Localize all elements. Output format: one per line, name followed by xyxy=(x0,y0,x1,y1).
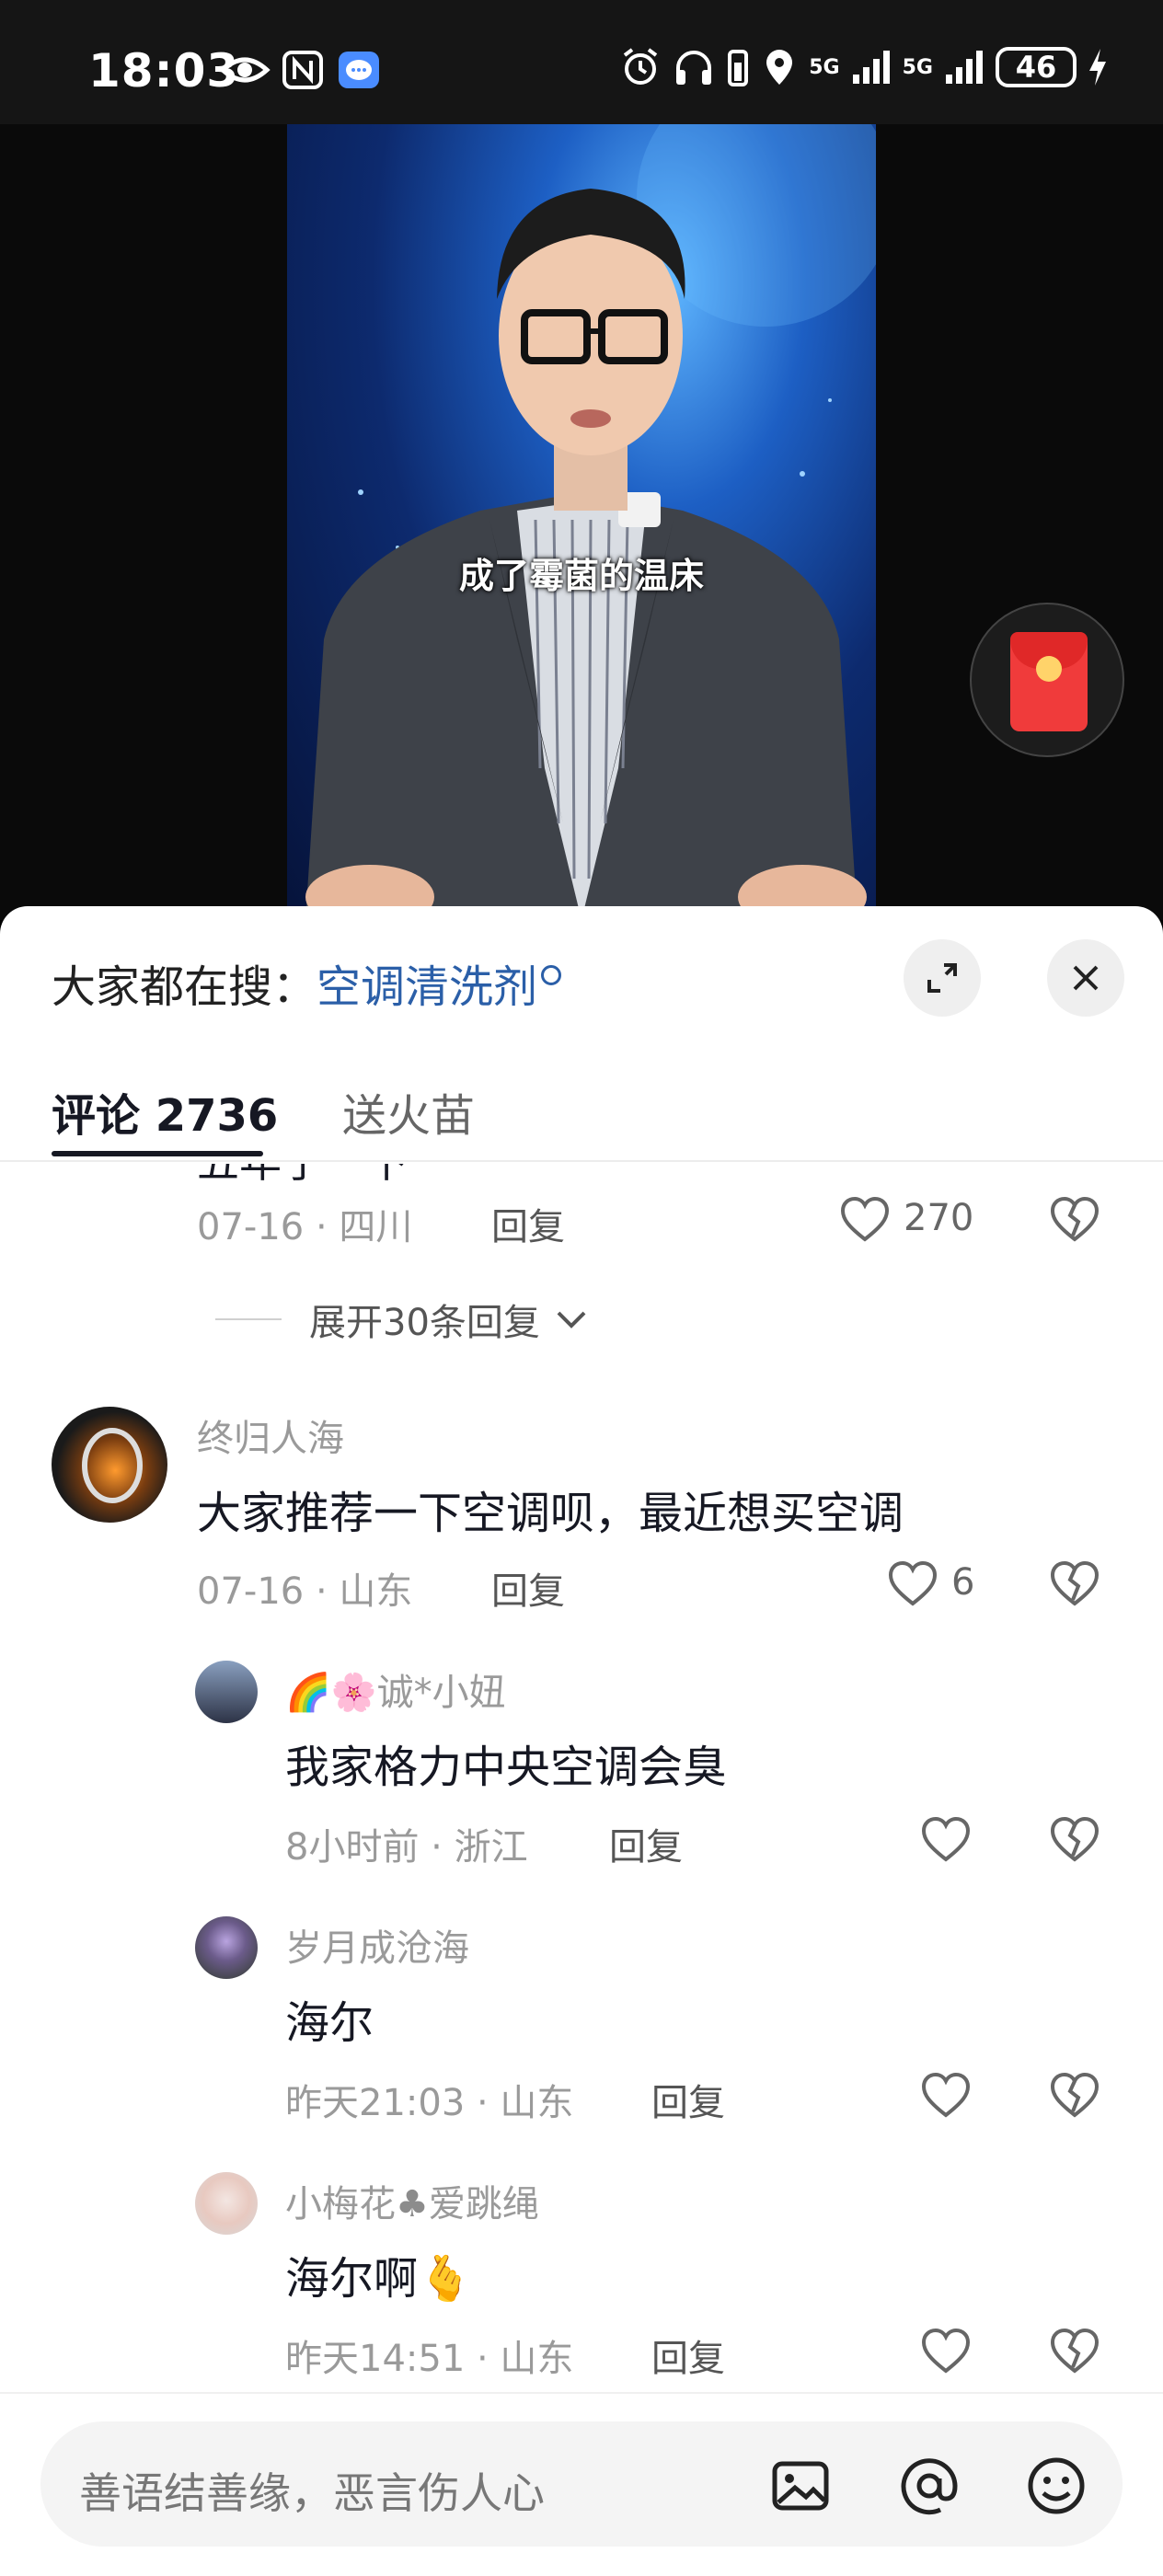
expand-replies-button[interactable]: 展开30条回复 xyxy=(215,1293,590,1346)
status-right-icons: 5G 5G 46 xyxy=(619,46,1108,88)
hot-search-bar[interactable]: 大家都在搜：空调清洗剂 xyxy=(52,950,562,1015)
mention-icon[interactable] xyxy=(896,2453,962,2519)
video-frame[interactable]: 成了霉菌的温床 xyxy=(287,124,876,920)
reply-text: 海尔 xyxy=(285,1997,374,2049)
reply-meta: 昨天14:51 · 山东 xyxy=(285,2338,574,2378)
alarm-icon xyxy=(624,48,658,85)
reply-username-text: 诚*小妞 xyxy=(376,1672,506,1714)
location-icon xyxy=(766,50,793,85)
headphones-icon xyxy=(676,51,712,85)
battery-indicator: 46 xyxy=(996,47,1077,87)
avatar[interactable] xyxy=(195,1916,258,1979)
reply-text: 海尔啊🫰 xyxy=(285,2242,473,2306)
expand-button[interactable] xyxy=(904,939,981,1017)
comment-meta: 07-16 · 山东 xyxy=(197,1570,413,1613)
close-icon xyxy=(1073,965,1099,991)
video-player[interactable]: 成了霉菌的温床 xyxy=(0,124,1163,920)
comment-tabs: 评论 2736 送火苗 xyxy=(0,1053,1163,1162)
avatar[interactable] xyxy=(195,2172,258,2235)
reply-username-part-1: 小梅花 xyxy=(285,2183,396,2225)
reply-meta: 昨天21:03 · 山东 xyxy=(285,2082,574,2124)
earbuds-battery-icon xyxy=(728,50,749,86)
comment-input-placeholder: 善语结善缘，恶言伤人心 xyxy=(79,2468,545,2518)
charging-icon xyxy=(1089,49,1106,86)
rainbow-emoji-icon: 🌈 xyxy=(285,1672,331,1714)
reply-button[interactable]: 回复 xyxy=(651,2073,725,2126)
finger-heart-emoji-icon: 🫰 xyxy=(418,2253,473,2305)
avatar[interactable] xyxy=(52,1407,167,1523)
dislike-icon[interactable] xyxy=(1049,1815,1100,1867)
reply-button[interactable]: 回复 xyxy=(609,1817,683,1870)
red-packet-button[interactable] xyxy=(970,603,1124,757)
reply-text-content: 海尔啊 xyxy=(285,2253,419,2305)
comment-text: 大家推荐一下空调呗，最近想买空调 xyxy=(197,1488,904,1539)
signal-icon-2 xyxy=(946,51,983,84)
image-icon[interactable] xyxy=(767,2453,834,2519)
reply-username-part-2: 爱跳绳 xyxy=(428,2183,539,2225)
like-icon[interactable] xyxy=(839,1195,891,1247)
comment-sheet: 大家都在搜：空调清洗剂 评论 2736 送火苗 五年了一下 07-16 · 四川… xyxy=(0,906,1163,2576)
status-bar: 18:03 5G 5G 46 xyxy=(0,0,1163,124)
comment-meta: 07-16 · 四川 xyxy=(197,1206,413,1248)
reply-text: 我家格力中央空调会臭 xyxy=(285,1742,728,1793)
comment-username[interactable]: 终归人海 xyxy=(197,1409,344,1462)
comment-input-bar: 善语结善缘，恶言伤人心 xyxy=(0,2392,1163,2576)
video-subtitle: 成了霉菌的温床 xyxy=(458,556,704,596)
network-type-2: 5G xyxy=(902,55,933,79)
like-icon[interactable] xyxy=(920,2071,972,2122)
reply-username[interactable]: 岁月成沧海 xyxy=(285,1918,469,1972)
partial-comment-text: 五年了一下 xyxy=(197,1164,409,1190)
search-icon xyxy=(541,965,562,985)
tab-send-flame[interactable]: 送火苗 xyxy=(342,1079,475,1144)
dislike-icon[interactable] xyxy=(1049,2071,1100,2122)
like-icon[interactable] xyxy=(887,1559,938,1611)
signal-icon xyxy=(852,51,890,84)
red-envelope-icon xyxy=(1010,632,1088,731)
reply-button[interactable]: 回复 xyxy=(491,1197,565,1250)
comment-input[interactable]: 善语结善缘，恶言伤人心 xyxy=(40,2421,1123,2547)
comment-list[interactable]: 五年了一下 07-16 · 四川 回复 270 展开30条回复 终归人海 大家推… xyxy=(0,1164,1163,2378)
status-time: 18:03 xyxy=(88,44,240,98)
close-button[interactable] xyxy=(1047,939,1124,1017)
expand-icon xyxy=(927,963,957,993)
eye-icon xyxy=(219,57,271,83)
reply-button[interactable]: 回复 xyxy=(651,2329,725,2378)
reply-button[interactable]: 回复 xyxy=(491,1561,565,1615)
club-emoji-icon: ♣ xyxy=(396,2183,429,2225)
avatar-image xyxy=(82,1428,143,1503)
presenter-image xyxy=(305,124,876,920)
reply-username[interactable]: 🌈🌸诚*小妞 xyxy=(285,1662,506,1716)
tab-comments[interactable]: 评论 2736 xyxy=(52,1079,278,1144)
hot-search-keyword[interactable]: 空调清洗剂 xyxy=(317,961,537,1013)
like-icon[interactable] xyxy=(920,1815,972,1867)
dislike-icon[interactable] xyxy=(1049,2327,1100,2378)
network-type-1: 5G xyxy=(809,55,840,79)
avatar[interactable] xyxy=(195,1661,258,1723)
dislike-icon[interactable] xyxy=(1049,1195,1100,1247)
tab-underline xyxy=(52,1151,263,1156)
like-icon[interactable] xyxy=(920,2327,972,2378)
divider-line xyxy=(215,1318,282,1320)
message-app-icon xyxy=(339,52,379,88)
hot-search-label: 大家都在搜： xyxy=(52,961,317,1013)
flower-emoji-icon: 🌸 xyxy=(330,1672,377,1714)
like-count: 6 xyxy=(951,1561,975,1604)
reply-meta: 8小时前 · 浙江 xyxy=(285,1826,528,1869)
emoji-icon[interactable] xyxy=(1023,2453,1089,2519)
dislike-icon[interactable] xyxy=(1049,1559,1100,1611)
nfc-icon xyxy=(282,51,323,89)
like-count: 270 xyxy=(904,1197,974,1239)
expand-replies-label: 展开30条回复 xyxy=(309,1302,540,1344)
reply-username[interactable]: 小梅花♣爱跳绳 xyxy=(285,2174,539,2227)
chevron-down-icon xyxy=(557,1311,586,1328)
